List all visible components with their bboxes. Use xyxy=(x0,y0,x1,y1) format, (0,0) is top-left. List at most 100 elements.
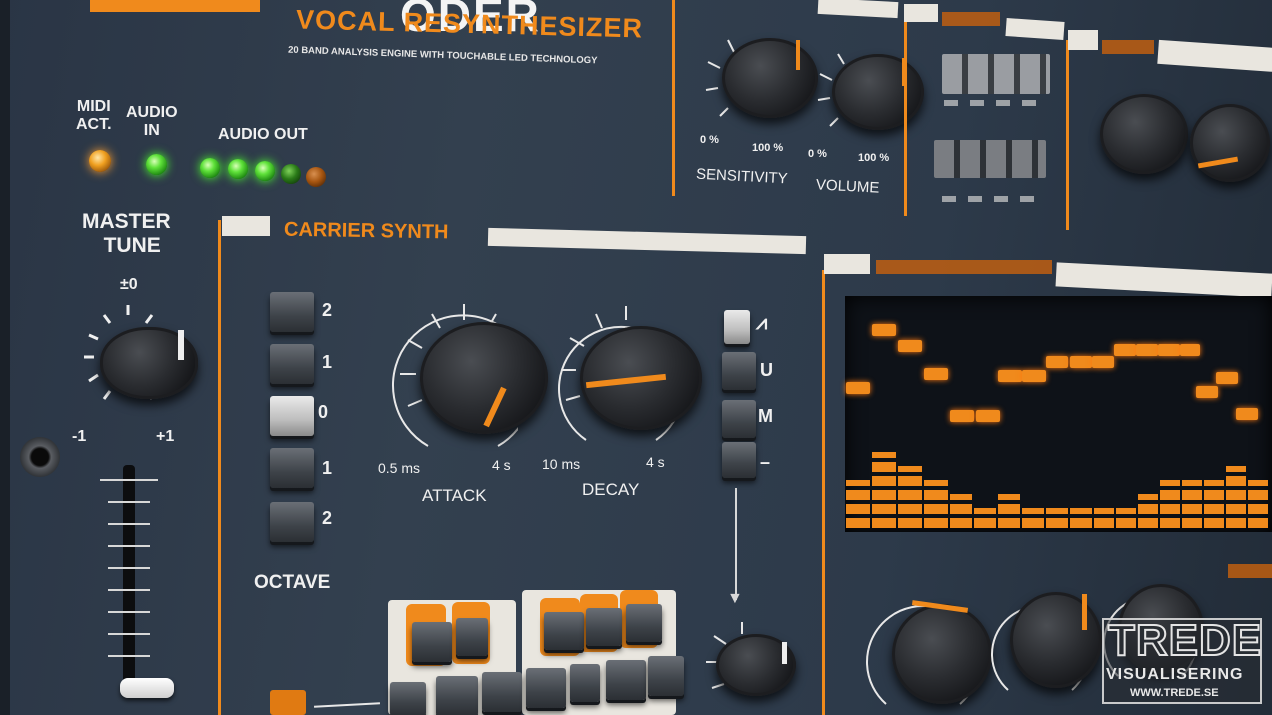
freeze-strip-b xyxy=(1005,17,1065,41)
led-peak xyxy=(846,382,870,394)
audio-out-led-2 xyxy=(228,159,248,179)
carrier-header-block xyxy=(222,216,270,236)
led-peak xyxy=(950,410,974,422)
led-peak xyxy=(1180,344,1200,356)
attack-max-label: 4 s xyxy=(492,457,511,473)
wave-symbol-square: U xyxy=(760,360,773,380)
wave-button-saw[interactable] xyxy=(724,310,750,344)
sensitivity-min-label: 0 % xyxy=(700,134,719,146)
audio-out-led-5 xyxy=(306,167,326,187)
freeze-divider xyxy=(904,10,907,216)
led-peak xyxy=(924,368,948,380)
audio-in-led xyxy=(146,154,167,175)
octave-button-minus2[interactable] xyxy=(270,502,314,542)
seq-key-8[interactable] xyxy=(482,672,522,712)
master-tune-min-label: -1 xyxy=(72,428,87,445)
wave-symbol-off: – xyxy=(760,452,771,472)
master-tune-max-label: +1 xyxy=(156,428,175,445)
audio-out-led-1 xyxy=(200,158,220,178)
output-knob-2[interactable] xyxy=(1190,104,1270,182)
led-peak xyxy=(998,370,1022,382)
led-peak xyxy=(1136,344,1158,356)
octave-button-plus1[interactable] xyxy=(270,344,314,384)
seq-key-1[interactable] xyxy=(412,622,452,662)
resynth-strip-b xyxy=(1055,262,1272,298)
volume-label: VOLUME xyxy=(815,176,880,197)
led-peak xyxy=(1158,344,1180,356)
output-strip-a xyxy=(1068,30,1098,50)
led-peak xyxy=(1070,356,1092,368)
seq-key-5[interactable] xyxy=(626,604,662,642)
resynth-knob-1[interactable] xyxy=(892,604,992,704)
led-peak xyxy=(1092,356,1114,368)
sequencer-orange-button[interactable] xyxy=(270,690,306,715)
audio-jack[interactable] xyxy=(20,437,60,477)
carrier-frame-left xyxy=(218,220,221,715)
freeze-strip-a xyxy=(904,4,938,22)
audio-in-label: AUDIO IN xyxy=(126,104,178,139)
freeze-buttons-row2[interactable] xyxy=(934,140,1046,178)
seq-key-9[interactable] xyxy=(526,668,566,708)
wave-button-pulse[interactable] xyxy=(722,400,756,438)
freeze-buttons-row1[interactable] xyxy=(942,54,1050,94)
led-peak xyxy=(976,410,1000,422)
sensitivity-max-label: 100 % xyxy=(752,142,784,154)
decay-max-label: 4 s xyxy=(646,454,665,470)
tune-fader-cap[interactable] xyxy=(120,678,174,698)
octave-label-minus1: 1 xyxy=(322,458,333,478)
left-rack-edge xyxy=(0,0,10,715)
wave-button-square[interactable] xyxy=(722,352,756,390)
octave-button-0[interactable] xyxy=(270,396,314,436)
octave-label-plus2: 2 xyxy=(322,300,333,320)
resynth-knob-2-indicator xyxy=(1082,594,1087,630)
led-peak xyxy=(1022,370,1046,382)
output-strip-b xyxy=(1157,39,1272,73)
seq-key-7[interactable] xyxy=(436,676,478,715)
volume-knob[interactable] xyxy=(832,54,924,130)
octave-label-0: 0 xyxy=(318,402,329,422)
audio-out-led-4 xyxy=(281,164,301,184)
led-peak xyxy=(1236,408,1258,420)
resynth-knob-2[interactable] xyxy=(1010,592,1102,688)
sensitivity-indicator xyxy=(796,40,800,70)
led-peak xyxy=(1046,356,1068,368)
signal-arrow-head: ▼ xyxy=(727,590,743,607)
decay-label: DECAY xyxy=(582,480,640,499)
master-tune-indicator xyxy=(178,330,184,360)
led-peak xyxy=(1196,386,1218,398)
watermark-subtitle: VISUALISERING xyxy=(1106,666,1244,683)
midi-activity-led xyxy=(89,150,111,172)
resynth-frame-left xyxy=(822,270,825,715)
octave-button-minus1[interactable] xyxy=(270,448,314,488)
watermark-title: TREDE xyxy=(1107,615,1263,666)
resynth-header-orange xyxy=(876,260,1052,274)
led-peak xyxy=(898,340,922,352)
tune-fader-scale xyxy=(100,479,158,657)
led-peak xyxy=(1114,344,1136,356)
sensitivity-knob[interactable] xyxy=(722,38,818,118)
watermark-url: WWW.TREDE.SE xyxy=(1130,687,1219,699)
seq-key-4[interactable] xyxy=(586,608,622,646)
led-peak xyxy=(872,324,896,336)
brand-orange-bar xyxy=(90,0,260,12)
octave-label-minus2: 2 xyxy=(322,508,333,528)
attack-knob[interactable] xyxy=(420,322,548,434)
resynth-strip-a xyxy=(824,254,870,274)
volume-max-label: 100 % xyxy=(858,152,890,164)
signal-arrow-line xyxy=(735,488,737,600)
output-knob-1[interactable] xyxy=(1100,94,1188,174)
seq-key-2[interactable] xyxy=(456,618,488,656)
seq-key-12[interactable] xyxy=(648,656,684,696)
octave-button-plus2[interactable] xyxy=(270,292,314,332)
wave-symbol-saw: ⩘ xyxy=(756,312,768,334)
sensitivity-label: SENSITIVITY xyxy=(695,165,789,188)
wave-button-off[interactable] xyxy=(722,442,756,478)
seq-key-11[interactable] xyxy=(606,660,646,700)
octave-label-plus1: 1 xyxy=(322,352,333,372)
audio-out-label: AUDIO OUT xyxy=(218,126,308,143)
attack-min-label: 0.5 ms xyxy=(378,460,421,476)
seq-key-10[interactable] xyxy=(570,664,600,702)
top-section-divider xyxy=(672,0,675,196)
seq-key-3[interactable] xyxy=(544,612,584,650)
seq-key-6[interactable] xyxy=(390,682,426,715)
